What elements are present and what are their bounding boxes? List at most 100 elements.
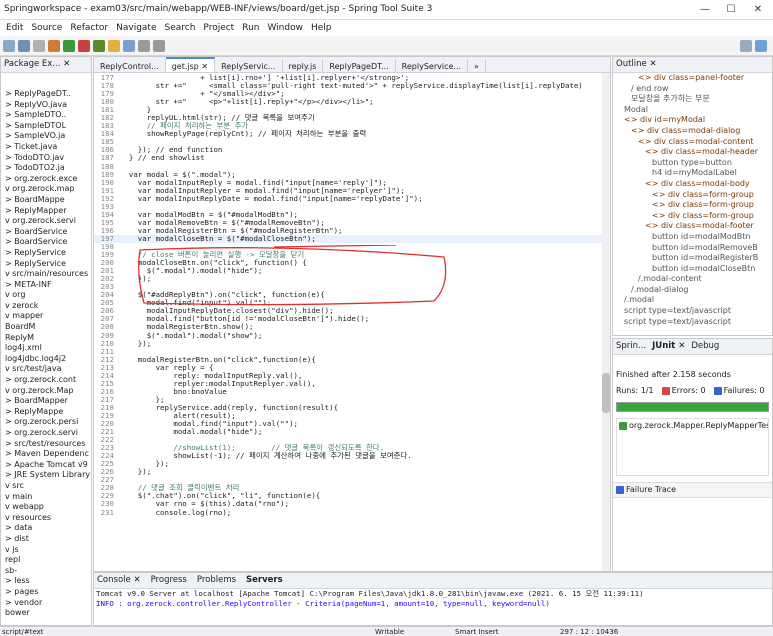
tab-reply-page-dto[interactable]: ReplyPageDT... [323,59,396,72]
package-tree-item[interactable]: > src/test/resources [5,439,91,450]
package-explorer-tab[interactable]: Package Ex... ✕ [1,57,91,73]
menu-edit[interactable]: Edit [6,20,23,36]
menu-run[interactable]: Run [242,20,259,36]
junit-test-item[interactable]: org.zerock.Mapper.ReplyMapperTests [Ru [629,421,768,430]
package-tree-item[interactable]: > org.zerock.servi [5,428,91,439]
package-tree-item[interactable]: v main [5,492,91,503]
package-tree-item[interactable]: bower [5,608,91,619]
package-tree-item[interactable]: > ReplyMappe [5,407,91,418]
package-tree-item[interactable]: > BoardService [5,227,91,238]
package-tree-item[interactable]: > BoardService [5,237,91,248]
outline-item[interactable]: script type=text/javascript [617,306,772,317]
search-tb-icon[interactable] [123,39,135,52]
package-tree-item[interactable]: repl [5,555,91,566]
code-editor[interactable]: 177 + list[i].rno+'] '+list[i].replyer+'… [94,73,610,563]
debug-icon[interactable] [48,39,60,52]
package-tree-item[interactable]: v mapper [5,311,91,322]
package-tree-item[interactable]: v org.zerock.map [5,184,91,195]
package-tree-item[interactable]: > BoardMappe [5,195,91,206]
package-tree-item[interactable]: > SampleVO.ja [5,131,91,142]
outline-item[interactable]: /.modal-content [617,274,772,285]
package-tree-item[interactable]: > SampleDTOL [5,121,91,132]
outline-item[interactable]: <> div class=form-group [617,190,772,201]
print-icon[interactable] [33,39,45,52]
stop-icon[interactable] [78,39,90,52]
outline-item[interactable]: <> div class=modal-body [617,179,772,190]
package-tree-item[interactable]: > ReplyVO.java [5,100,91,111]
menu-navigate[interactable]: Navigate [116,20,156,36]
package-tree-item[interactable]: > org.zerock.cont [5,375,91,386]
outline-item[interactable]: <> div class=modal-footer [617,221,772,232]
package-tree-item[interactable]: v src [5,481,91,492]
package-tree-item[interactable]: > data [5,523,91,534]
menu-source[interactable]: Source [31,20,62,36]
tab-reply-service-impl[interactable]: ReplyService... [396,59,469,72]
package-tree-item[interactable]: > org.zerock.persi [5,417,91,428]
tab-progress[interactable]: Progress [151,573,187,588]
run-icon[interactable] [63,39,75,52]
package-tree-item[interactable]: > dist [5,534,91,545]
outline-item[interactable]: <> div class=panel-footer [617,73,772,84]
package-tree-item[interactable]: log4j.xml [5,343,91,354]
outline-item[interactable]: button id=modalRegisterB [617,253,772,264]
package-tree-item[interactable]: v src/main/resources [5,269,91,280]
package-tree-item[interactable]: > ReplyService [5,248,91,259]
package-tree-item[interactable]: > org.zerock.exce [5,174,91,185]
outline-item[interactable]: button type=button [617,158,772,169]
outline-item[interactable]: <> div class=form-group [617,200,772,211]
minimize-button[interactable]: — [693,2,717,18]
tab-get-jsp[interactable]: get.jsp ✕ [165,57,216,72]
package-tree-item[interactable]: ReplyM [5,333,91,344]
outline-tab[interactable]: Outline ✕ [613,57,772,73]
tab-reply-js[interactable]: reply.js [283,59,324,72]
package-tree-item[interactable]: v org.zerock.servi [5,216,91,227]
tab-junit[interactable]: JUnit ✕ [652,339,685,354]
package-tree-item[interactable]: v webapp [5,502,91,513]
tab-spring[interactable]: Sprin... [616,339,646,354]
package-tree-item[interactable]: sb- [5,566,91,577]
outline-item[interactable]: <> div id=myModal [617,115,772,126]
outline-item[interactable]: button id=modalRemoveB [617,243,772,254]
outline-item[interactable]: <> div class=modal-header [617,147,772,158]
outline-item[interactable]: <> div class=modal-content [617,137,772,148]
package-tree-item[interactable]: > ReplyMapper [5,206,91,217]
spring-icon[interactable] [93,39,105,52]
outline-item[interactable]: h4 id=myModalLabel [617,168,772,179]
package-tree-item[interactable]: > Ticket.java [5,142,91,153]
maximize-button[interactable]: ☐ [719,2,743,18]
package-tree-item[interactable]: > BoardMapper [5,396,91,407]
package-tree-item[interactable]: > TodoDTO.jav [5,153,91,164]
menu-refactor[interactable]: Refactor [70,20,108,36]
tab-problems[interactable]: Problems [197,573,236,588]
package-tree-item[interactable]: > JRE System Library [5,470,91,481]
search-icon[interactable] [740,39,752,52]
close-button[interactable]: ✕ [746,2,770,18]
package-tree-item[interactable]: > META-INF [5,280,91,291]
outline-item[interactable]: /.modal [617,295,772,306]
outline-item[interactable]: <> div class=modal-dialog [617,126,772,137]
editor-scrollbar[interactable] [602,73,610,571]
back-icon[interactable] [138,39,150,52]
package-tree-item[interactable]: > ReplyPageDT.. [5,89,91,100]
package-tree-item[interactable]: > SampleDTO.. [5,110,91,121]
package-tree-item[interactable]: > vendor [5,598,91,609]
menu-project[interactable]: Project [203,20,234,36]
package-tree-item[interactable]: v org [5,290,91,301]
forward-icon[interactable] [153,39,165,52]
outline-item[interactable]: /.modal-dialog [617,285,772,296]
package-tree-item[interactable]: v org.zerock.Map [5,386,91,397]
package-tree-item[interactable]: > ReplyService [5,259,91,270]
outline-item[interactable]: 모달창을 추가하는 부분 [617,94,772,105]
package-tree-item[interactable]: v resources [5,513,91,524]
outline-item[interactable]: <> div class=form-group [617,211,772,222]
package-tree-item[interactable]: > Apache Tomcat v9 [5,460,91,471]
menu-help[interactable]: Help [311,20,332,36]
menu-search[interactable]: Search [165,20,196,36]
package-tree-item[interactable]: > pages [5,587,91,598]
new-icon[interactable] [3,39,15,52]
package-tree-item[interactable]: > Maven Dependenc [5,449,91,460]
package-tree-item[interactable]: v src/test/java [5,364,91,375]
tab-debug[interactable]: Debug [691,339,719,354]
tab-reply-controller[interactable]: ReplyControl... [94,59,166,72]
package-tree-item[interactable]: > TodoDTO2.ja [5,163,91,174]
